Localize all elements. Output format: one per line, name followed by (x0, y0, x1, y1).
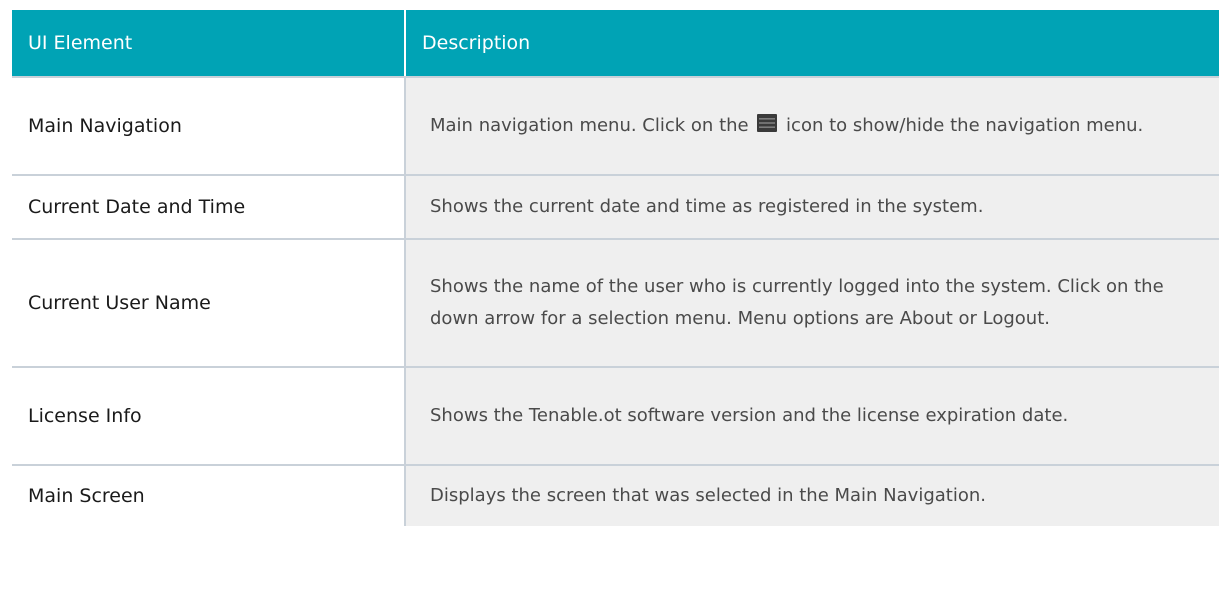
element-name: Current Date and Time (12, 175, 406, 240)
description-text: icon to show/hide the navigation menu. (780, 115, 1144, 136)
element-description: Shows the current date and time as regis… (405, 175, 1219, 240)
element-description: Shows the Tenable.ot software version an… (405, 367, 1219, 466)
element-description: Shows the name of the user who is curren… (405, 239, 1219, 368)
element-description: Displays the screen that was selected in… (405, 465, 1219, 526)
table-row: Current User Name Shows the name of the … (12, 239, 1219, 368)
table-row: License Info Shows the Tenable.ot softwa… (12, 367, 1219, 466)
element-name: Main Navigation (12, 77, 406, 176)
element-name: Main Screen (12, 465, 406, 526)
table-row: Current Date and Time Shows the current … (12, 175, 1219, 240)
element-name: License Info (12, 367, 406, 466)
header-description: Description (405, 10, 1219, 78)
table-header-row: UI Element Description (12, 10, 1219, 78)
table-row: Main Navigation Main navigation menu. Cl… (12, 77, 1219, 176)
header-ui-element: UI Element (12, 10, 406, 78)
element-description: Main navigation menu. Click on the icon … (405, 77, 1219, 176)
description-text: Main navigation menu. Click on the (430, 115, 755, 136)
element-name: Current User Name (12, 239, 406, 368)
table-row: Main Screen Displays the screen that was… (12, 465, 1219, 526)
menu-icon (757, 114, 778, 132)
ui-element-table: UI Element Description Main Navigation M… (12, 10, 1219, 526)
